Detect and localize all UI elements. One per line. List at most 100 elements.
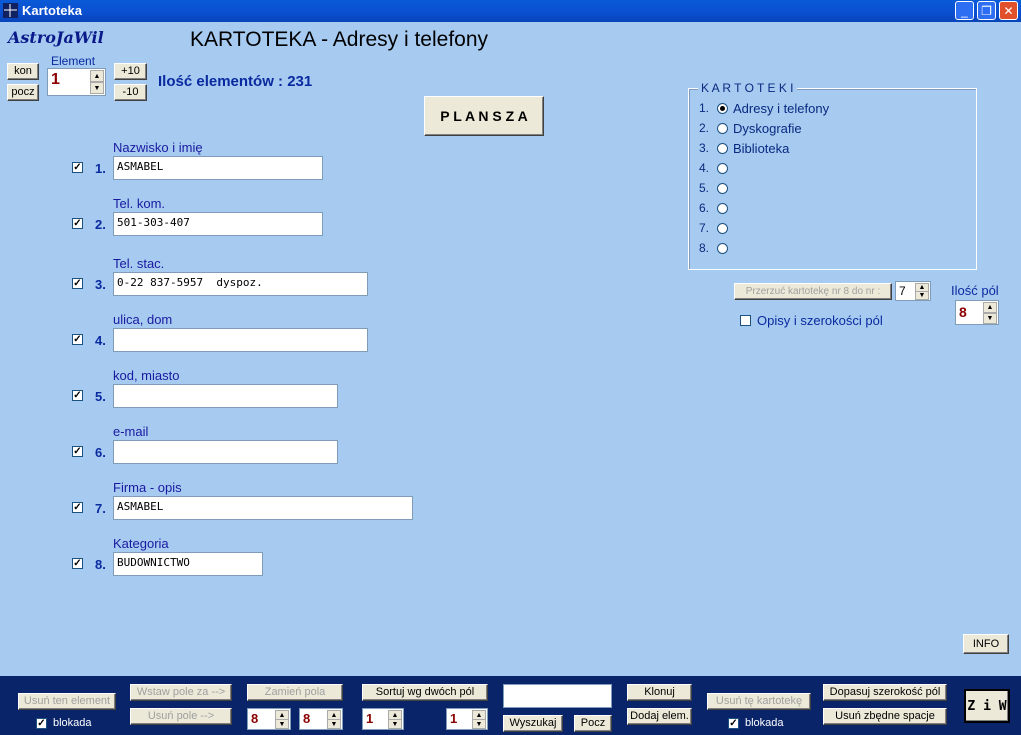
pocz-button[interactable]: pocz xyxy=(7,84,39,101)
wstaw-pole-button[interactable]: Wstaw pole za --> xyxy=(130,684,232,701)
field-checkbox[interactable]: ✓ xyxy=(72,502,83,513)
minimize-button[interactable]: _ xyxy=(955,1,974,20)
kartoteka-number: 8. xyxy=(699,241,710,255)
kartoteka-radio[interactable] xyxy=(717,123,728,134)
kartoteka-radio[interactable] xyxy=(717,163,728,174)
przerzuc-button[interactable]: Przerzuć kartotekę nr 8 do nr : xyxy=(734,283,892,300)
field-label: Firma - opis xyxy=(113,480,182,495)
field-number: 2. xyxy=(95,217,106,232)
field-checkbox[interactable]: ✓ xyxy=(72,278,83,289)
field-checkbox[interactable]: ✓ xyxy=(72,218,83,229)
sort-a-spinner[interactable]: 1 ▲ ▼ xyxy=(362,708,404,730)
field-input[interactable]: BUDOWNICTWO xyxy=(113,552,263,576)
kartoteki-group xyxy=(688,88,977,270)
spin-down-icon[interactable]: ▼ xyxy=(90,82,104,94)
kartoteka-label: Biblioteka xyxy=(733,141,790,156)
field-input[interactable] xyxy=(113,384,338,408)
usun-element-button[interactable]: Usuń ten element xyxy=(18,693,116,710)
logo: AstroJaWil xyxy=(8,28,104,47)
zamien-b-spinner[interactable]: 8 ▲ ▼ xyxy=(299,708,343,730)
field-label: Kategoria xyxy=(113,536,169,551)
spin-down-icon[interactable]: ▼ xyxy=(983,313,997,324)
ilosc-pol-spinner[interactable]: 8 ▲ ▼ xyxy=(955,300,999,325)
field-input[interactable] xyxy=(113,440,338,464)
kartoteka-radio[interactable] xyxy=(717,103,728,114)
spin-down-icon[interactable]: ▼ xyxy=(388,719,402,729)
field-checkbox[interactable]: ✓ xyxy=(72,390,83,401)
blokada2-label: blokada xyxy=(745,717,784,729)
blokada-checkbox[interactable]: ✓ xyxy=(36,718,47,729)
wyszukaj-button[interactable]: Wyszukaj xyxy=(503,715,563,732)
zamien-a-spinner[interactable]: 8 ▲ ▼ xyxy=(247,708,291,730)
kartoteka-radio[interactable] xyxy=(717,223,728,234)
field-input[interactable] xyxy=(113,328,368,352)
close-button[interactable]: ✕ xyxy=(999,1,1018,20)
spin-down-icon[interactable]: ▼ xyxy=(915,291,929,300)
pocz-search-button[interactable]: Pocz xyxy=(574,715,612,732)
field-label: kod, miasto xyxy=(113,368,180,383)
przerzuc-value: 7 xyxy=(899,284,906,298)
spin-down-icon[interactable]: ▼ xyxy=(327,719,341,729)
field-checkbox[interactable]: ✓ xyxy=(72,334,83,345)
field-label: Nazwisko i imię xyxy=(113,140,203,155)
field-label: Tel. kom. xyxy=(113,196,166,211)
blokada2-checkbox[interactable]: ✓ xyxy=(728,718,739,729)
sort-a-value: 1 xyxy=(366,711,374,726)
zamien-pola-button[interactable]: Zamień pola xyxy=(247,684,343,701)
plus10-button[interactable]: +10 xyxy=(114,63,147,80)
dodaj-element-button[interactable]: Dodaj elem. xyxy=(627,708,692,725)
zamien-b-value: 8 xyxy=(303,711,311,726)
title-bar: Kartoteka _ ❐ ✕ xyxy=(0,0,1021,22)
usun-spacje-button[interactable]: Usuń zbędne spacje xyxy=(823,708,947,725)
przerzuc-spinner[interactable]: 7 ▲ ▼ xyxy=(895,281,931,301)
element-value: 1 xyxy=(51,71,60,88)
app-icon xyxy=(3,3,18,18)
sort-b-spinner[interactable]: 1 ▲ ▼ xyxy=(446,708,488,730)
opisy-checkbox[interactable] xyxy=(740,315,751,326)
spin-up-icon[interactable]: ▲ xyxy=(90,70,104,82)
element-spinner[interactable]: 1 ▲ ▼ xyxy=(47,68,106,96)
minus10-button[interactable]: -10 xyxy=(114,84,147,101)
sort-b-value: 1 xyxy=(450,711,458,726)
field-number: 7. xyxy=(95,501,106,516)
field-input[interactable]: ASMABEL xyxy=(113,156,323,180)
klonuj-button[interactable]: Klonuj xyxy=(627,684,692,701)
ilosc-pol-value: 8 xyxy=(959,304,967,320)
field-input[interactable]: 501-303-407 xyxy=(113,212,323,236)
ilosc-pol-label: Ilość pól xyxy=(951,283,999,298)
spin-down-icon[interactable]: ▼ xyxy=(275,719,289,729)
plansza-button[interactable]: P L A N S Z A xyxy=(424,96,544,136)
dopasuj-button[interactable]: Dopasuj szerokość pól xyxy=(823,684,947,701)
spin-up-icon[interactable]: ▲ xyxy=(983,302,997,313)
kon-button[interactable]: kon xyxy=(7,63,39,80)
field-number: 8. xyxy=(95,557,106,572)
field-number: 6. xyxy=(95,445,106,460)
field-label: ulica, dom xyxy=(113,312,173,327)
element-count: Ilość elementów : 231 xyxy=(158,73,313,90)
field-input[interactable]: 0-22 837-5957 dyspoz. xyxy=(113,272,368,296)
field-checkbox[interactable]: ✓ xyxy=(72,162,83,173)
kartoteka-number: 4. xyxy=(699,161,710,175)
kartoteka-radio[interactable] xyxy=(717,243,728,254)
kartoteka-number: 5. xyxy=(699,181,710,195)
sortuj-button[interactable]: Sortuj wg dwóch pól xyxy=(362,684,488,701)
spin-down-icon[interactable]: ▼ xyxy=(472,719,486,729)
field-input[interactable]: ASMABEL xyxy=(113,496,413,520)
kartoteki-legend: K A R T O T E K I xyxy=(698,81,797,95)
field-number: 5. xyxy=(95,389,106,404)
field-checkbox[interactable]: ✓ xyxy=(72,558,83,569)
field-checkbox[interactable]: ✓ xyxy=(72,446,83,457)
window-title: Kartoteka xyxy=(22,3,82,18)
usun-pole-button[interactable]: Usuń pole --> xyxy=(130,708,232,725)
kartoteka-number: 6. xyxy=(699,201,710,215)
element-label: Element xyxy=(51,54,96,68)
usun-kartoteke-button[interactable]: Usuń tę kartotekę xyxy=(707,693,811,710)
page-title: KARTOTEKA - Adresy i telefony xyxy=(190,28,489,51)
ziw-button[interactable]: Z i W xyxy=(964,689,1010,723)
kartoteka-radio[interactable] xyxy=(717,203,728,214)
info-button[interactable]: INFO xyxy=(963,634,1009,654)
restore-button[interactable]: ❐ xyxy=(977,1,996,20)
search-input[interactable] xyxy=(503,684,612,708)
kartoteka-radio[interactable] xyxy=(717,143,728,154)
kartoteka-radio[interactable] xyxy=(717,183,728,194)
